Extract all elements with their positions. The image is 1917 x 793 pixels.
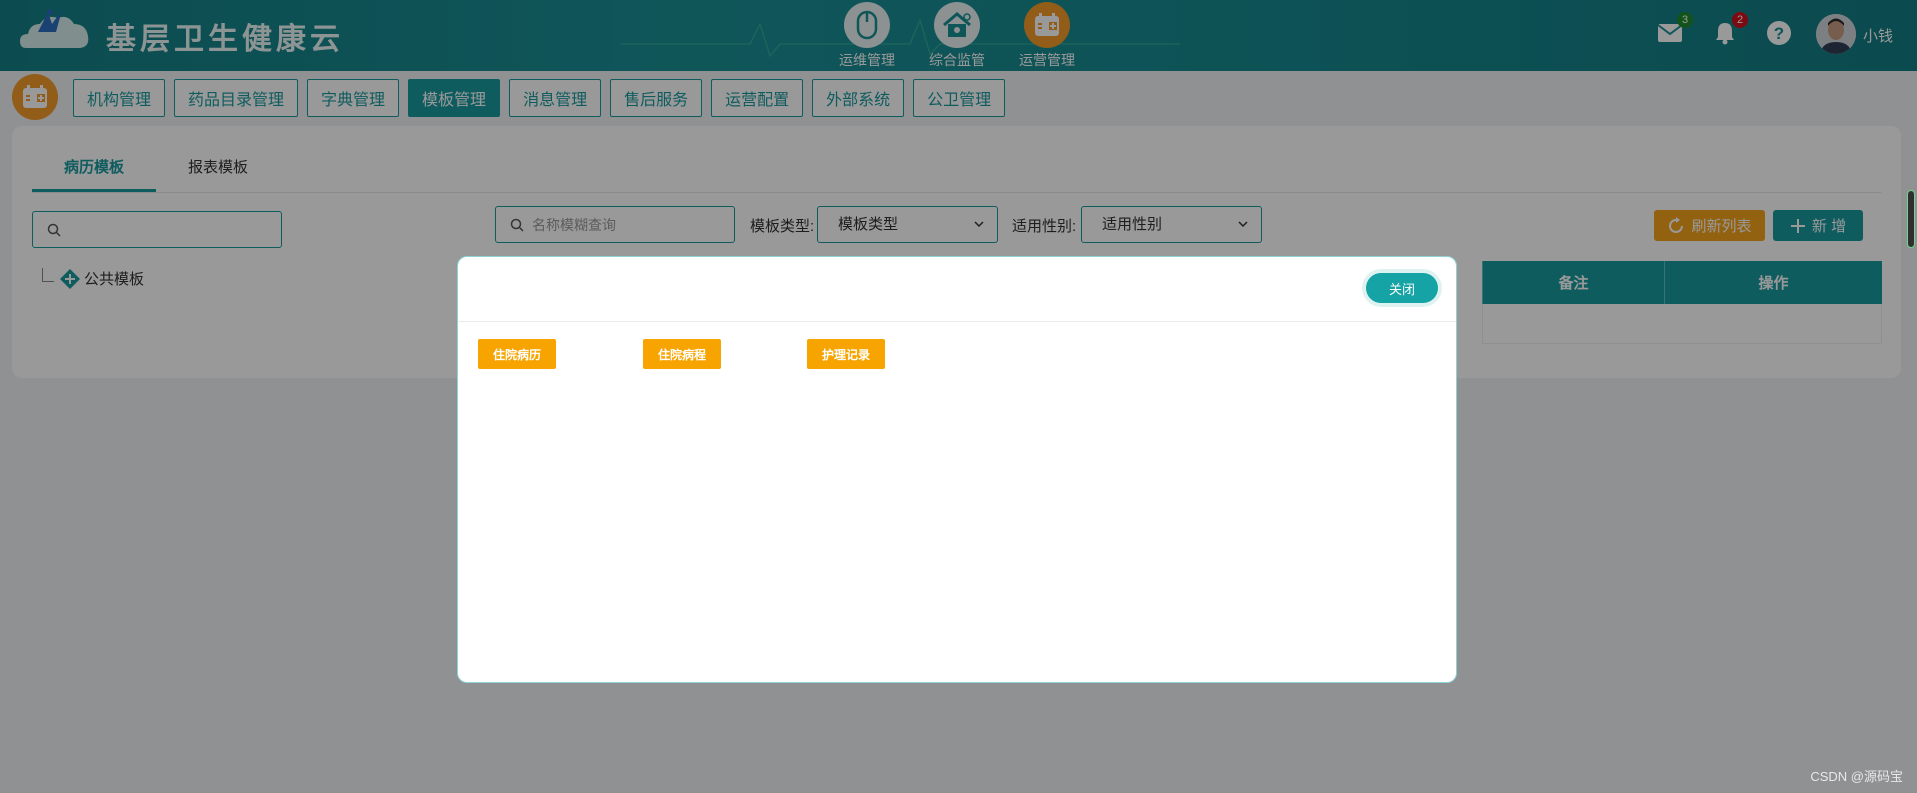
template-select-dialog: 关闭 住院病历 住院病程 护理记录	[457, 256, 1457, 683]
dialog-divider	[458, 321, 1456, 322]
template-nursing-record-button[interactable]: 护理记录	[807, 339, 885, 369]
watermark: CSDN @源码宝	[1810, 769, 1903, 784]
scrollbar[interactable]	[1907, 190, 1915, 248]
close-button[interactable]: 关闭	[1366, 273, 1438, 303]
template-inpatient-progress-button[interactable]: 住院病程	[643, 339, 721, 369]
template-inpatient-record-button[interactable]: 住院病历	[478, 339, 556, 369]
